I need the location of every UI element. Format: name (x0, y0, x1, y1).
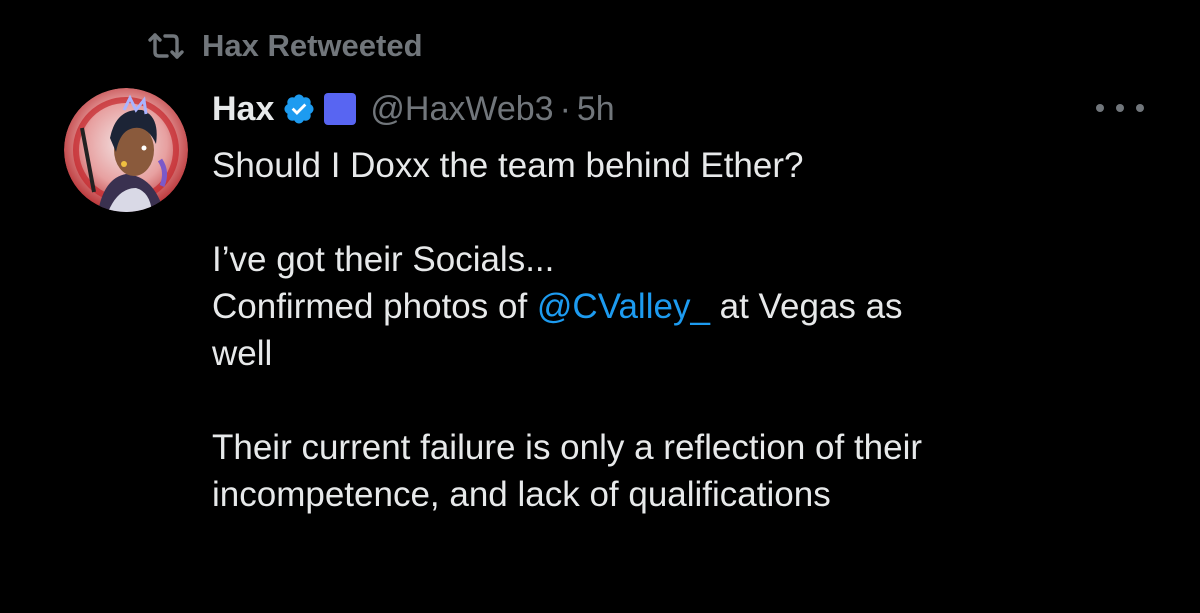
tweet-line: well (212, 334, 273, 373)
retweet-icon (146, 31, 186, 61)
tweet-text-segment: at Vegas as (709, 287, 903, 326)
verified-badge-icon[interactable] (274, 92, 316, 126)
tweet-line: Should I Doxx the team behind Ether? (212, 146, 804, 185)
more-dot (1136, 104, 1144, 112)
blue-square-emoji (324, 93, 357, 125)
more-options-icon[interactable] (1096, 98, 1144, 118)
display-name[interactable]: Hax (212, 90, 274, 129)
tweet-line: Confirmed photos of @CValley_ at Vegas a… (212, 283, 1172, 330)
avatar[interactable] (64, 88, 188, 212)
tweet-line: Their current failure is only a reflecti… (212, 428, 923, 467)
tweet-body: Should I Doxx the team behind Ether? I’v… (212, 142, 1172, 518)
tweet-timestamp[interactable]: 5h (577, 90, 615, 129)
retweet-label: Hax Retweeted (202, 28, 423, 63)
tweet-line: incompetence, and lack of qualifications (212, 475, 831, 514)
more-dot (1116, 104, 1124, 112)
user-handle[interactable]: @HaxWeb3 (370, 90, 553, 129)
tweet-text-segment: Confirmed photos of (212, 287, 537, 326)
retweet-indicator[interactable]: Hax Retweeted (146, 24, 423, 68)
separator-dot: · (559, 89, 571, 128)
more-dot (1096, 104, 1104, 112)
tweet-line: I’ve got their Socials... (212, 240, 555, 279)
mention-link[interactable]: @CValley_ (537, 287, 710, 326)
tweet-header: Hax @HaxWeb3 · 5h (212, 82, 615, 136)
